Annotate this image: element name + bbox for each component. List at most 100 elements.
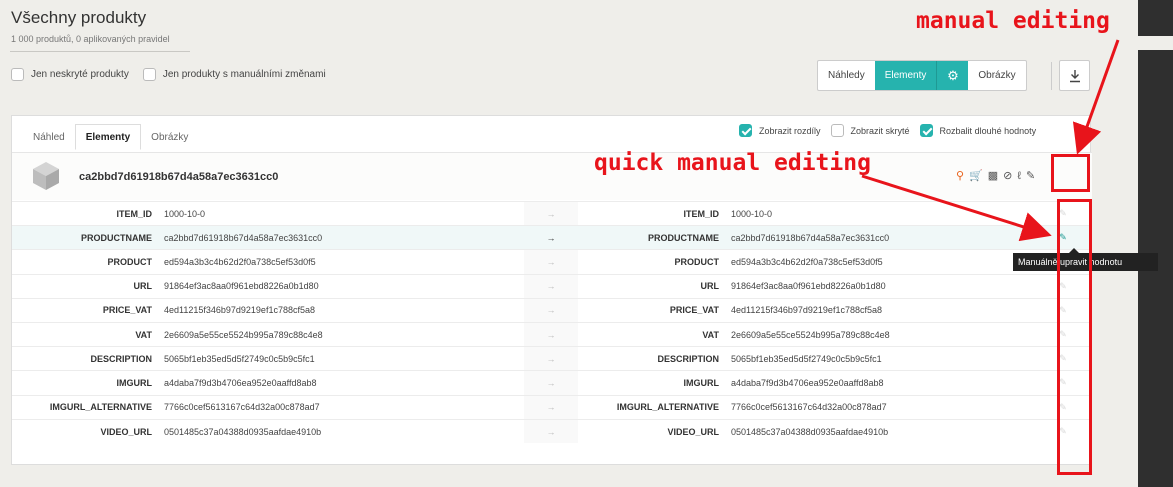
view-elements-button[interactable]: Elementy — [874, 61, 937, 90]
download-icon — [1069, 69, 1080, 82]
row-key-left: URL — [12, 273, 164, 299]
row-value-right: ed594a3b3c4b62d2f0a738c5ef53d0f5 — [731, 249, 1036, 275]
row-key-right: ITEM_ID — [578, 200, 731, 226]
arrow-right-icon: → — [524, 225, 578, 250]
row-value-left: 5065bf1eb35ed5d5f2749c0c5b9c5fc1 — [164, 346, 524, 371]
filter-manual-changes-checkbox[interactable] — [142, 68, 156, 81]
right-dark-strip — [1138, 0, 1173, 487]
annotation-box-manual — [1051, 154, 1090, 192]
product-id: ca2bbd7d61918b67d4a58a7ec3631cc0 — [79, 171, 279, 183]
view-switch: Náhledy Elementy ⚙ Obrázky — [817, 60, 1027, 91]
page-title: Všechny produkty — [11, 8, 147, 27]
row-value-left: a4daba7f9d3b4706ea952e0aaffd8ab8 — [164, 370, 524, 395]
row-value-left: ed594a3b3c4b62d2f0a738c5ef53d0f5 — [164, 249, 524, 275]
arrow-right-icon: → — [524, 394, 578, 420]
chart-icon[interactable]: ▩ — [988, 169, 998, 182]
option-expand-long-checkbox[interactable] — [919, 124, 933, 137]
arrow-right-icon: → — [524, 346, 578, 371]
search-target-icon[interactable]: ⚲ — [956, 169, 964, 182]
row-key-right: VIDEO_URL — [578, 418, 731, 444]
panel-tabs: Náhled Elementy Obrázky — [23, 124, 198, 150]
row-value-right: 4ed11215f346b97d9219ef1c788cf5a8 — [731, 297, 1036, 323]
row-value-left: 0501485c37a04388d0935aafdae4910b — [164, 418, 524, 444]
row-value-right: 0501485c37a04388d0935aafdae4910b — [731, 418, 1036, 444]
option-show-diffs-label: Zobrazit rozdíly — [759, 125, 821, 136]
filter-bar: Jen neskryté produkty Jen produkty s man… — [11, 68, 340, 81]
product-header: ca2bbd7d61918b67d4a58a7ec3631cc0 ⚲ 🛒 ▩ ⊘… — [12, 152, 1092, 200]
arrow-right-icon: → — [524, 297, 578, 323]
row-key-right: IMGURL — [578, 370, 731, 395]
option-show-hidden[interactable]: Zobrazit skryté — [830, 124, 910, 137]
row-key-left: ITEM_ID — [12, 200, 164, 226]
row-key-right: PRICE_VAT — [578, 297, 731, 323]
row-key-left: VIDEO_URL — [12, 418, 164, 444]
arrow-right-icon: → — [524, 370, 578, 395]
product-toolbar: ⚲ 🛒 ▩ ⊘ ℓ ✎ — [956, 169, 1035, 183]
row-key-right: VAT — [578, 321, 731, 347]
row-value-left: 91864ef3ac8aa0f961ebd8226a0b1d80 — [164, 273, 524, 299]
table-row: PRODUCTNAME ca2bbd7d61918b67d4a58a7ec3631… — [12, 225, 1090, 250]
panel-options: Zobrazit rozdíly Zobrazit skryté Rozbali… — [739, 124, 1046, 137]
tab-preview[interactable]: Náhled — [23, 124, 75, 150]
cart-icon[interactable]: 🛒 — [969, 169, 983, 182]
filter-manual-changes-only[interactable]: Jen produkty s manuálními změnami — [142, 68, 326, 81]
option-show-hidden-label: Zobrazit skryté — [850, 125, 910, 136]
arrow-right-icon: → — [524, 249, 578, 275]
table-row: VAT 2e6609a5e55ce5524b995a789c88c4e8 → VAT 2… — [12, 321, 1090, 347]
arrow-right-icon: → — [524, 418, 578, 444]
pencil-icon[interactable]: ✎ — [1026, 169, 1035, 182]
row-key-left: IMGURL — [12, 370, 164, 395]
table-row: VIDEO_URL 0501485c37a04388d0935aafdae4910… — [12, 418, 1090, 444]
download-button[interactable] — [1059, 60, 1090, 91]
row-value-right: 2e6609a5e55ce5524b995a789c88c4e8 — [731, 321, 1036, 347]
row-value-left: 4ed11215f346b97d9219ef1c788cf5a8 — [164, 297, 524, 323]
row-value-left: ca2bbd7d61918b67d4a58a7ec3631cc0 — [164, 225, 524, 250]
table-row: IMGURL a4daba7f9d3b4706ea952e0aaffd8ab8 → I… — [12, 370, 1090, 395]
view-images-button[interactable]: Obrázky — [968, 61, 1025, 90]
option-show-hidden-checkbox[interactable] — [830, 124, 844, 137]
page-subtitle: 1 000 produktů, 0 aplikovaných pravidel — [11, 34, 170, 44]
row-value-right: a4daba7f9d3b4706ea952e0aaffd8ab8 — [731, 370, 1036, 395]
arrow-right-icon: → — [524, 321, 578, 347]
gear-icon[interactable]: ⚙ — [936, 61, 969, 90]
row-value-left: 2e6609a5e55ce5524b995a789c88c4e8 — [164, 321, 524, 347]
row-key-right: PRODUCT — [578, 249, 731, 275]
row-key-right: DESCRIPTION — [578, 346, 731, 371]
table-row: IMGURL_ALTERNATIVE 7766c0cef5613167c64d32… — [12, 394, 1090, 420]
row-value-right: 5065bf1eb35ed5d5f2749c0c5b9c5fc1 — [731, 346, 1036, 371]
option-expand-long[interactable]: Rozbalit dlouhé hodnoty — [919, 124, 1037, 137]
title-divider — [10, 51, 190, 52]
option-expand-long-label: Rozbalit dlouhé hodnoty — [939, 125, 1037, 136]
arrow-right-icon: → — [524, 273, 578, 299]
row-value-right: 1000-10-0 — [731, 200, 1036, 226]
table-row: URL 91864ef3ac8aa0f961ebd8226a0b1d80 → URL 9… — [12, 273, 1090, 299]
annotation-manual-editing: manual editing — [916, 8, 1110, 34]
option-show-diffs[interactable]: Zobrazit rozdíly — [739, 124, 821, 137]
filter-manual-changes-label: Jen produkty s manuálními změnami — [162, 69, 326, 80]
table-row: PRODUCT ed594a3b3c4b62d2f0a738c5ef53d0f5 →… — [12, 249, 1090, 275]
row-key-right: IMGURL_ALTERNATIVE — [578, 394, 731, 420]
view-previews-button[interactable]: Náhledy — [818, 61, 875, 90]
row-value-right: 7766c0cef5613167c64d32a00c878ad7 — [731, 394, 1036, 420]
annotation-box-quick — [1057, 199, 1092, 475]
annotation-quick-manual-editing: quick manual editing — [594, 150, 871, 176]
row-value-left: 1000-10-0 — [164, 200, 524, 226]
arrow-right-icon: → — [524, 200, 578, 226]
row-key-left: IMGURL_ALTERNATIVE — [12, 394, 164, 420]
table-row: DESCRIPTION 5065bf1eb35ed5d5f2749c0c5b9c5… — [12, 346, 1090, 371]
row-value-left: 7766c0cef5613167c64d32a00c878ad7 — [164, 394, 524, 420]
option-show-diffs-checkbox[interactable] — [739, 124, 752, 137]
filter-unhidden-only[interactable]: Jen neskryté produkty — [11, 68, 129, 81]
row-key-right: URL — [578, 273, 731, 299]
row-key-left: PRODUCT — [12, 249, 164, 275]
tab-elements[interactable]: Elementy — [74, 124, 142, 150]
hidden-icon[interactable]: ⊘ — [1003, 169, 1012, 182]
filter-unhidden-checkbox[interactable] — [11, 68, 24, 81]
row-value-right: ca2bbd7d61918b67d4a58a7ec3631cc0 — [731, 225, 1036, 250]
table-row: PRICE_VAT 4ed11215f346b97d9219ef1c788cf5a… — [12, 297, 1090, 323]
tab-images[interactable]: Obrázky — [141, 124, 198, 150]
wand-icon[interactable]: ℓ — [1017, 170, 1021, 182]
row-key-left: PRICE_VAT — [12, 297, 164, 323]
filter-unhidden-label: Jen neskryté produkty — [31, 69, 129, 80]
row-key-left: VAT — [12, 321, 164, 347]
